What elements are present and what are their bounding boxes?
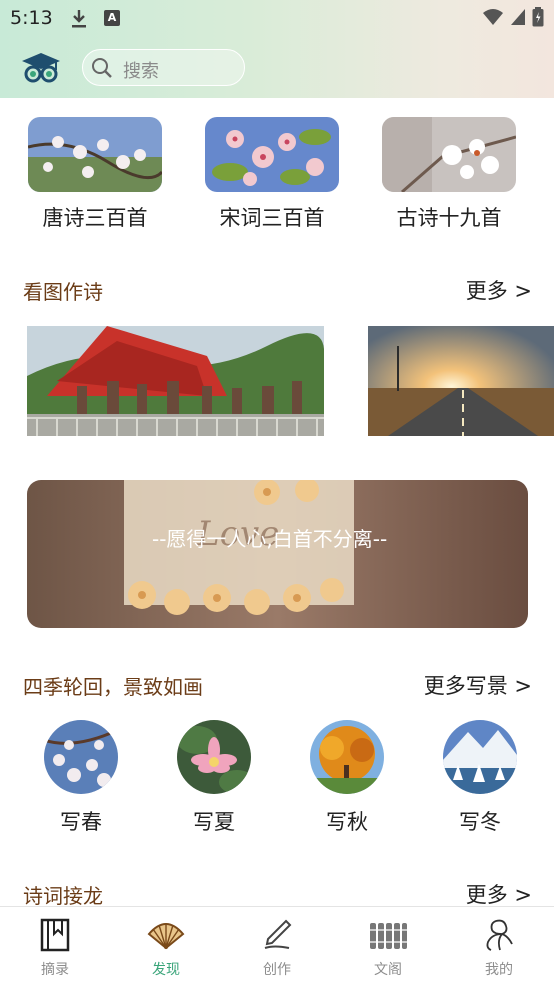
season-label: 写夏 xyxy=(193,810,235,834)
font-a-icon: A xyxy=(104,10,120,26)
nav-label: 文阁 xyxy=(374,962,402,978)
nav-item-mine[interactable]: 我的 xyxy=(459,917,539,979)
nav-item-create[interactable]: 创作 xyxy=(237,917,317,979)
nav-item-discover[interactable]: 发现 xyxy=(126,917,206,979)
season-spring[interactable]: 写春 xyxy=(31,720,131,836)
bookmark-book-icon xyxy=(15,917,95,953)
picture-poem-title: 看图作诗 xyxy=(23,280,103,304)
status-icons xyxy=(482,7,544,27)
status-time: 5:13 xyxy=(10,7,53,29)
banner-quote: --愿得一人心,白首不分离-- xyxy=(152,527,388,551)
relay-more-link[interactable]: 更多 > xyxy=(466,879,532,909)
collection-gushi[interactable]: 古诗十九首 xyxy=(379,117,519,232)
seasons-title: 四季轮回，景致如画 xyxy=(23,675,203,699)
collection-image xyxy=(382,117,516,192)
collection-tang[interactable]: 唐诗三百首 xyxy=(25,117,165,232)
nav-item-library[interactable]: 文阁 xyxy=(348,917,428,979)
season-autumn[interactable]: 写秋 xyxy=(297,720,397,836)
collection-label: 古诗十九首 xyxy=(396,206,502,230)
bottom-nav: 摘录 发现 创作 文阁 我的 xyxy=(0,906,554,984)
collection-label: 唐诗三百首 xyxy=(42,206,148,230)
collection-label: 宋词三百首 xyxy=(219,206,325,230)
battery-icon xyxy=(532,7,544,27)
app-logo[interactable] xyxy=(20,52,62,88)
bamboo-scroll-icon xyxy=(348,917,428,953)
fan-icon xyxy=(126,917,206,953)
collection-image xyxy=(205,117,339,192)
season-label: 写秋 xyxy=(326,810,368,834)
search-box[interactable]: 搜索 xyxy=(82,49,245,86)
collection-image xyxy=(28,117,162,192)
collection-row: 唐诗三百首 宋词三百首 古诗十九首 xyxy=(0,117,554,237)
nav-label: 我的 xyxy=(485,962,513,978)
pen-icon xyxy=(237,917,317,953)
nav-label: 发现 xyxy=(152,962,180,978)
status-bar: 5:13 A xyxy=(0,0,554,38)
seasons-more-link[interactable]: 更多写景 > xyxy=(424,670,532,700)
signal-icon xyxy=(511,9,525,25)
season-image xyxy=(443,720,517,794)
season-image xyxy=(310,720,384,794)
search-placeholder: 搜索 xyxy=(123,61,159,82)
season-label: 写春 xyxy=(60,810,102,834)
season-summer[interactable]: 写夏 xyxy=(164,720,264,836)
collection-song[interactable]: 宋词三百首 xyxy=(202,117,342,232)
season-image xyxy=(177,720,251,794)
season-image xyxy=(44,720,118,794)
wifi-icon xyxy=(483,9,503,25)
search-icon xyxy=(91,57,113,83)
nav-label: 创作 xyxy=(263,962,291,978)
picture-poem-image-1[interactable] xyxy=(27,326,324,436)
picture-poem-more-link[interactable]: 更多 > xyxy=(466,275,532,305)
person-icon xyxy=(459,917,539,953)
season-winter[interactable]: 写冬 xyxy=(430,720,530,836)
season-label: 写冬 xyxy=(459,810,501,834)
nav-item-excerpt[interactable]: 摘录 xyxy=(15,917,95,979)
love-banner[interactable]: Love --愿得一人心,白首不分离-- xyxy=(27,480,528,628)
nav-label: 摘录 xyxy=(41,962,69,978)
download-icon xyxy=(70,9,88,33)
relay-title: 诗词接龙 xyxy=(23,884,103,908)
picture-poem-image-2[interactable] xyxy=(368,326,554,436)
